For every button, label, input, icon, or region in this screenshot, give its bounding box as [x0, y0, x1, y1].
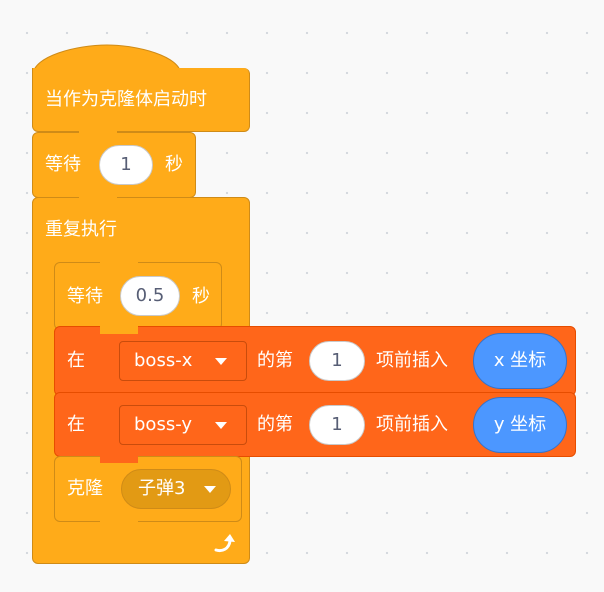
list-name: boss-y — [134, 414, 193, 435]
notch — [100, 393, 138, 401]
wait-inner-seconds-input[interactable]: 0.5 — [120, 276, 180, 316]
clone-target-dropdown[interactable]: 子弹3 — [121, 469, 231, 509]
wait-seconds-input[interactable]: 1 — [99, 145, 153, 185]
notch — [100, 260, 138, 268]
clone-target-name: 子弹3 — [138, 478, 186, 499]
x-position-reporter[interactable]: x 坐标 — [473, 333, 567, 389]
notch — [100, 455, 138, 463]
wait-inner-label: 等待 — [67, 286, 103, 307]
loop-arrow-icon — [214, 534, 235, 553]
wait-unit: 秒 — [165, 154, 183, 175]
notch — [79, 130, 117, 138]
create-clone-block[interactable]: 克隆 子弹3 — [54, 456, 242, 522]
notch — [100, 519, 138, 527]
insert-boss-x-block[interactable]: 在 boss-x 的第 1 项前插入 x 坐标 — [54, 326, 576, 396]
insert-y-action: 项前插入 — [376, 414, 448, 435]
wait-inner-block[interactable]: 等待 0.5 秒 — [54, 262, 222, 330]
list-name: boss-x — [134, 350, 193, 371]
wait-label: 等待 — [45, 154, 81, 175]
insert-boss-y-block[interactable]: 在 boss-y 的第 1 项前插入 y 坐标 — [54, 392, 576, 457]
insert-y-middle: 的第 — [257, 414, 293, 435]
hat-label: 当作为克隆体启动时 — [45, 89, 207, 110]
insert-x-action: 项前插入 — [376, 350, 448, 371]
forever-mouth — [33, 263, 54, 520]
list-dropdown-boss-x[interactable]: boss-x — [119, 341, 247, 381]
insert-x-prefix: 在 — [67, 350, 85, 371]
caret-down-icon — [204, 486, 216, 493]
insert-x-index-input[interactable]: 1 — [309, 341, 365, 381]
list-dropdown-boss-y[interactable]: boss-y — [119, 405, 247, 445]
clone-label: 克隆 — [67, 478, 103, 499]
wait-inner-unit: 秒 — [192, 286, 210, 307]
when-start-as-clone-hat[interactable]: 当作为克隆体启动时 — [32, 68, 250, 132]
forever-label: 重复执行 — [45, 219, 117, 240]
notch — [79, 195, 117, 203]
insert-x-middle: 的第 — [257, 350, 293, 371]
caret-down-icon — [215, 422, 227, 429]
insert-y-index-input[interactable]: 1 — [309, 405, 365, 445]
caret-down-icon — [215, 358, 227, 365]
wait-block[interactable]: 等待 1 秒 — [32, 132, 196, 198]
insert-y-prefix: 在 — [67, 414, 85, 435]
y-position-reporter[interactable]: y 坐标 — [473, 397, 567, 453]
notch — [100, 326, 138, 334]
